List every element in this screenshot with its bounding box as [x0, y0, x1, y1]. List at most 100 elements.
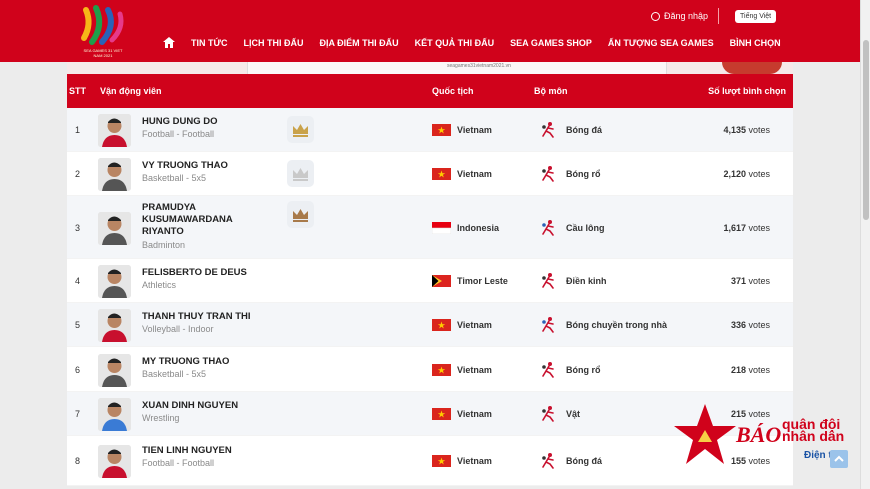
athlete-name[interactable]: XUAN DINH NGUYEN — [142, 400, 262, 412]
table-row[interactable]: 4 FELISBERTO DE DEUS Athletics Timor Leste… — [67, 259, 793, 303]
language-button[interactable]: Tiếng Việt — [735, 10, 777, 23]
vote-unit: votes — [748, 169, 770, 179]
table-row[interactable]: 5 THANH THUY TRAN THI Volleyball - Indoor… — [67, 303, 793, 347]
country-name: Timor Leste — [457, 276, 508, 286]
country-name: Vietnam — [457, 456, 492, 466]
vote-count: 218 votes — [731, 365, 770, 375]
athlete-discipline: Volleyball - Indoor — [142, 324, 214, 334]
athlete-discipline: Wrestling — [142, 413, 180, 423]
nav-item-shop[interactable]: SEA GAMES SHOP — [510, 38, 592, 48]
banner-decoration — [722, 62, 782, 74]
country-name: Indonesia — [457, 222, 500, 233]
crown-badge — [287, 201, 314, 228]
nav-item-vote[interactable]: BÌNH CHỌN — [730, 38, 781, 48]
athletics-icon — [542, 273, 554, 289]
avatar[interactable] — [98, 265, 131, 298]
vote-number: 371 — [730, 276, 746, 286]
vote-number: 4,135 — [723, 125, 746, 135]
vote-number: 218 — [730, 364, 746, 375]
athlete-discipline: Athletics — [142, 280, 177, 290]
home-icon[interactable] — [163, 37, 175, 48]
vote-unit: votes — [748, 125, 770, 135]
avatar[interactable] — [98, 353, 131, 387]
basketball-icon — [542, 166, 554, 182]
row-rank: 3 — [75, 222, 81, 233]
scroll-top-button[interactable] — [830, 450, 848, 468]
header-votes: Số lượt bình chọn — [708, 86, 786, 96]
star-icon — [674, 404, 736, 464]
row-rank: 7 — [75, 409, 81, 419]
athlete-name[interactable]: PRAMUDYA KUSUMAWARDANA RIYANTO — [142, 202, 262, 238]
id-flag-icon — [432, 221, 451, 234]
header-divider — [718, 8, 719, 24]
athlete-discipline: Basketball - 5x5 — [142, 369, 207, 379]
header-nationality: Quốc tịch — [432, 86, 474, 96]
avatar[interactable] — [98, 445, 131, 478]
athlete-discipline: Football - Football — [142, 129, 215, 139]
vote-count: 4,135 votes — [723, 125, 770, 135]
athlete-name[interactable]: MY TRUONG THAO — [142, 356, 262, 368]
header-stt: STT — [69, 86, 86, 96]
row-rank: 5 — [75, 320, 81, 330]
avatar[interactable] — [98, 398, 131, 431]
sport-name: Bóng đá — [566, 456, 602, 466]
vote-unit: votes — [748, 364, 770, 375]
crown-icon — [293, 209, 308, 222]
athlete-discipline: Football - Football — [142, 458, 215, 468]
site-header: SEA GAMES 31 VIET NAM 2021 Đăng nhập Tiế… — [0, 0, 860, 62]
watermark-bao: BÁO — [736, 422, 782, 447]
watermark-line-b: nhân dân — [782, 428, 845, 444]
table-row[interactable]: 1 HUNG DUNG DO Football - Football Vietna… — [67, 108, 793, 152]
sport-name: Bóng rổ — [566, 169, 601, 179]
country-name: Vietnam — [457, 320, 492, 330]
volleyball-icon — [542, 317, 554, 333]
header-athlete: Vận động viên — [100, 86, 162, 96]
nav-item-impressions[interactable]: ẤN TƯỢNG SEA GAMES — [608, 38, 714, 48]
scrollbar-thumb[interactable] — [863, 40, 869, 220]
table-row[interactable]: 3 PRAMUDYA KUSUMAWARDANA RIYANTO Badminto… — [67, 196, 793, 259]
avatar[interactable] — [98, 158, 131, 191]
chevron-up-icon — [834, 455, 844, 462]
main-nav: TIN TỨC LỊCH THI ĐẤU ĐỊA ĐIỂM THI ĐẤU KẾ… — [163, 37, 797, 48]
athlete-discipline: Badminton — [142, 240, 186, 250]
table-row[interactable]: 2 VY TRUONG THAO Basketball - 5x5 Vietnam… — [67, 152, 793, 196]
nav-item-schedule[interactable]: LỊCH THI ĐẤU — [243, 38, 303, 48]
sport-name: Bóng rổ — [566, 364, 601, 375]
nav-item-venues[interactable]: ĐỊA ĐIỂM THI ĐẤU — [319, 38, 398, 48]
row-rank: 1 — [75, 125, 81, 135]
vote-count: 336 votes — [731, 320, 770, 330]
vote-unit: votes — [748, 320, 770, 330]
table-header: STT Vận động viên Quốc tịch Bộ môn Số lư… — [67, 74, 793, 108]
athlete-name[interactable]: VY TRUONG THAO — [142, 160, 262, 172]
country-name: Vietnam — [457, 364, 492, 375]
sport-name: Cầu lông — [566, 222, 605, 233]
vote-unit: votes — [748, 222, 770, 233]
nav-item-news[interactable]: TIN TỨC — [191, 38, 227, 48]
athlete-name[interactable]: FELISBERTO DE DEUS — [142, 267, 262, 279]
vn-flag-icon — [432, 319, 451, 331]
sport-name: Bóng chuyền trong nhà — [566, 320, 667, 330]
login-link[interactable]: Đăng nhập — [651, 11, 708, 21]
football-icon — [542, 122, 554, 138]
row-rank: 4 — [75, 276, 81, 286]
sport-name: Bóng đá — [566, 125, 602, 135]
avatar[interactable] — [98, 309, 131, 342]
vote-count: 371 votes — [731, 276, 770, 286]
nav-item-results[interactable]: KẾT QUẢ THI ĐẤU — [415, 38, 495, 48]
athlete-name[interactable]: TIEN LINH NGUYEN — [142, 445, 262, 457]
user-icon — [651, 11, 660, 21]
avatar[interactable] — [98, 114, 131, 147]
vote-number: 1,617 — [723, 222, 746, 233]
athlete-name[interactable]: THANH THUY TRAN THI — [142, 311, 262, 323]
vn-flag-icon — [432, 455, 451, 467]
table-row[interactable]: 6 MY TRUONG THAO Basketball - 5x5 Vietnam … — [67, 347, 793, 392]
vn-flag-icon — [432, 408, 451, 420]
badminton-icon — [542, 219, 554, 236]
tl-flag-icon — [432, 275, 451, 287]
wrestling-icon — [542, 406, 554, 422]
page-scrollbar[interactable] — [860, 0, 870, 489]
avatar[interactable] — [98, 211, 131, 245]
crown-badge — [287, 116, 314, 143]
crown-icon — [293, 124, 308, 137]
athlete-name[interactable]: HUNG DUNG DO — [142, 116, 262, 128]
